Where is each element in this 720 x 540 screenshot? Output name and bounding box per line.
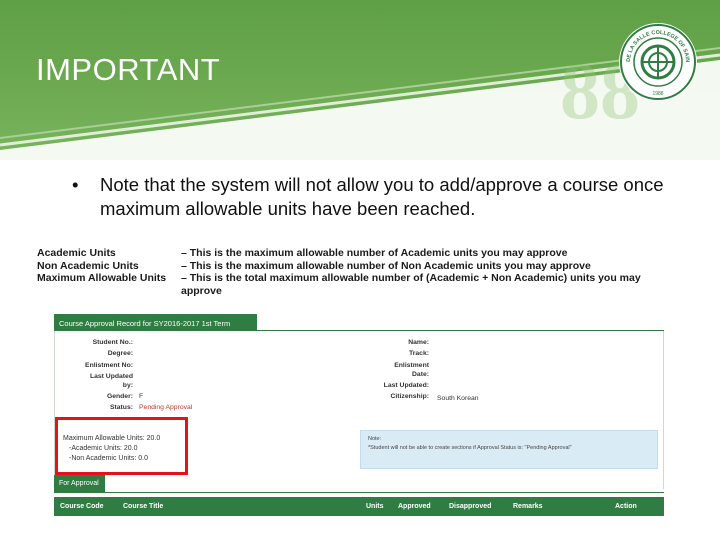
column-header-remarks[interactable]: Remarks [513,503,543,510]
bullet-dot: • [72,174,79,195]
note-text: *Student will not be able to create sect… [368,445,572,451]
column-header-course-code[interactable]: Course Code [60,503,104,510]
slide-title: IMPORTANT [36,52,221,87]
definition-term: Non Academic Units [37,259,139,272]
definition-desc: – This is the maximum allowable number o… [181,259,591,272]
field-label-date: Date: [412,371,429,378]
course-table-header: Course Code Course Title Units Approved … [54,497,664,516]
field-label-enlistment-no: Enlistment No: [85,362,133,369]
definition-term: Academic Units [37,247,116,259]
tab-for-approval[interactable]: For Approval [54,475,105,492]
bullet-text: Note that the system will not allow you … [100,174,664,219]
field-label-track: Track: [408,350,429,357]
definition-term: Maximum Allowable Units [37,272,167,284]
definition-desc: – This is the total maximum allowable nu… [181,272,641,297]
field-label-by: by: [122,382,133,389]
field-label-student-no: Student No.: [92,339,133,346]
slide-header-banner: 88 IMPORTANT DE LA SALLE COLLEGE OF SAIN… [0,0,720,160]
note-title: Note: [368,436,382,442]
field-label-status: Status: [109,404,133,411]
tab-divider [54,492,664,493]
definition-row: Maximum Allowable Units – This is the to… [37,272,697,297]
column-header-approved[interactable]: Approved [398,503,431,510]
definition-desc: – This is the maximum allowable number o… [181,247,568,259]
field-label-degree: Degree: [107,350,133,357]
column-header-course-title[interactable]: Course Title [123,503,163,510]
record-header: Course Approval Record for SY2016-2017 1… [54,314,257,331]
college-seal-logo: DE LA SALLE COLLEGE OF SAINT BENILDE 198… [617,21,697,101]
field-value-status: Pending Approval [139,404,193,411]
field-label-enlistment: Enlistment [394,362,429,369]
field-value-citizenship: South Korean [437,395,479,402]
definition-row: Academic Units – This is the maximum all… [37,247,697,260]
approval-note: Note: *Student will not be able to creat… [360,430,658,469]
field-value-gender: F [139,393,144,400]
field-label-citizenship: Citizenship: [390,393,429,400]
column-header-action[interactable]: Action [615,503,637,510]
field-label-gender: Gender: [106,393,133,400]
column-header-units[interactable]: Units [366,503,384,510]
column-header-disapproved[interactable]: Disapproved [449,503,491,510]
definition-row: Non Academic Units – This is the maximum… [37,260,697,273]
seal-year: 1988 [652,91,663,97]
field-label-last-updated-right: Last Updated: [383,382,429,389]
units-highlight-frame [55,417,188,475]
field-label-last-updated: Last Updated [89,373,133,380]
field-label-name: Name: [408,339,429,346]
unit-definitions: Academic Units – This is the maximum all… [37,247,697,297]
